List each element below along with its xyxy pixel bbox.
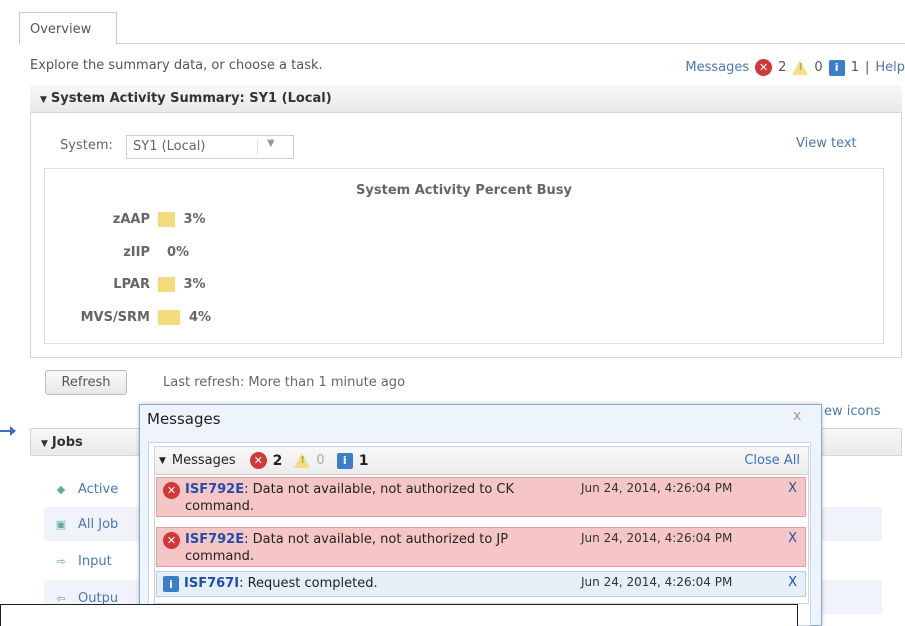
callout-box <box>0 604 798 626</box>
last-refresh-text: Last refresh: More than 1 minute ago <box>163 375 406 390</box>
error-icon: ✕ <box>249 452 267 469</box>
chart-value-label: 0% <box>167 245 190 260</box>
dialog-title: Messages <box>147 410 221 428</box>
close-icon[interactable]: x <box>793 408 801 424</box>
message-date: Jun 24, 2014, 4:26:04 PM <box>581 531 733 545</box>
chart-category-label: LPAR <box>113 277 150 292</box>
arrow-icon <box>0 426 16 436</box>
system-label: System: <box>60 138 113 153</box>
chevron-down-icon: ▼ <box>267 138 275 149</box>
warning-icon <box>792 60 809 75</box>
job-item-label: Input <box>78 554 112 569</box>
chart-row: zIIP 0% <box>52 245 189 260</box>
messages-section-label: Messages <box>171 453 236 468</box>
view-icons-link[interactable]: ew icons <box>824 404 881 419</box>
error-count: 2 <box>272 452 283 469</box>
close-all-link[interactable]: Close All <box>744 453 800 468</box>
dismiss-button[interactable]: X <box>788 575 797 590</box>
dismiss-button[interactable]: X <box>788 531 797 546</box>
job-item-active[interactable]: ◆ Active <box>54 482 118 497</box>
summary-panel-header[interactable]: ▼ System Activity Summary: SY1 (Local) <box>30 85 902 113</box>
chart-bar <box>158 212 175 227</box>
system-select-value: SY1 (Local) <box>133 139 206 154</box>
error-icon: ✕ <box>163 532 180 549</box>
message-item: ✕ ISF792E: Data not available, not author… <box>156 527 806 567</box>
chart-value-label: 3% <box>183 277 206 292</box>
chart-category-label: zIIP <box>123 245 150 260</box>
collapse-icon: ▼ <box>40 95 47 105</box>
select-divider <box>257 140 258 155</box>
help-link[interactable]: Help <box>875 60 905 75</box>
message-text: : Request completed. <box>239 576 378 591</box>
chart-title: System Activity Percent Busy <box>356 183 572 198</box>
tab-overview[interactable]: Overview <box>19 12 117 44</box>
summary-title: System Activity Summary: SY1 (Local) <box>50 91 332 106</box>
system-select[interactable]: SY1 (Local) ▼ <box>126 135 294 159</box>
chart-bar <box>158 310 180 325</box>
refresh-button[interactable]: Refresh <box>45 370 127 395</box>
info-icon: i <box>163 576 179 592</box>
messages-section-header: ▼ Messages ✕ 2 0 i 1 Close All <box>155 447 808 475</box>
chart-value-label: 4% <box>189 310 212 325</box>
job-item-label: All Job <box>78 517 119 532</box>
intro-text: Explore the summary data, or choose a ta… <box>30 58 323 73</box>
message-date: Jun 24, 2014, 4:26:04 PM <box>581 575 733 589</box>
info-count: 1 <box>850 60 859 75</box>
messages-link[interactable]: Messages <box>685 60 749 75</box>
separator: | <box>864 60 870 75</box>
message-code[interactable]: ISF792E <box>185 532 244 547</box>
collapse-icon[interactable]: ▼ <box>159 456 166 466</box>
chart-category-label: MVS/SRM <box>80 310 150 325</box>
job-item-all[interactable]: ▣ All Job <box>54 517 119 532</box>
message-item: i ISF767I: Request completed. Jun 24, 201… <box>156 571 806 597</box>
message-code[interactable]: ISF792E <box>185 482 244 497</box>
info-icon: i <box>828 59 845 76</box>
chart-row: LPAR 3% <box>52 277 206 292</box>
message-date: Jun 24, 2014, 4:26:04 PM <box>581 481 733 495</box>
message-code[interactable]: ISF767I <box>184 576 239 591</box>
input-icon: ⇨ <box>56 554 66 568</box>
warning-count: 0 <box>316 453 325 468</box>
active-jobs-icon: ◆ <box>56 482 66 496</box>
job-item-input[interactable]: ⇨ Input <box>54 554 112 569</box>
error-icon: ✕ <box>755 59 773 76</box>
collapse-icon: ▼ <box>41 439 48 449</box>
error-icon: ✕ <box>163 482 180 499</box>
message-summary: Messages ✕ 2 0 i 1 | Help <box>685 59 905 76</box>
chart-bar <box>158 277 175 292</box>
job-item-label: Active <box>78 482 119 497</box>
tab-divider <box>117 43 905 44</box>
warning-count: 0 <box>814 60 823 75</box>
all-jobs-icon: ▣ <box>55 517 67 531</box>
warning-icon <box>294 453 311 468</box>
view-text-link[interactable]: View text <box>796 136 857 151</box>
info-icon: i <box>336 452 353 469</box>
chart-row: zAAP 3% <box>52 212 206 227</box>
jobs-title: Jobs <box>51 435 83 450</box>
error-count: 2 <box>778 60 787 75</box>
chart-category-label: zAAP <box>112 212 150 227</box>
info-count: 1 <box>358 452 369 469</box>
message-item: ✕ ISF792E: Data not available, not author… <box>156 477 806 517</box>
chart-row: MVS/SRM 4% <box>52 310 211 325</box>
chart-value-label: 3% <box>183 212 206 227</box>
dismiss-button[interactable]: X <box>788 481 797 496</box>
